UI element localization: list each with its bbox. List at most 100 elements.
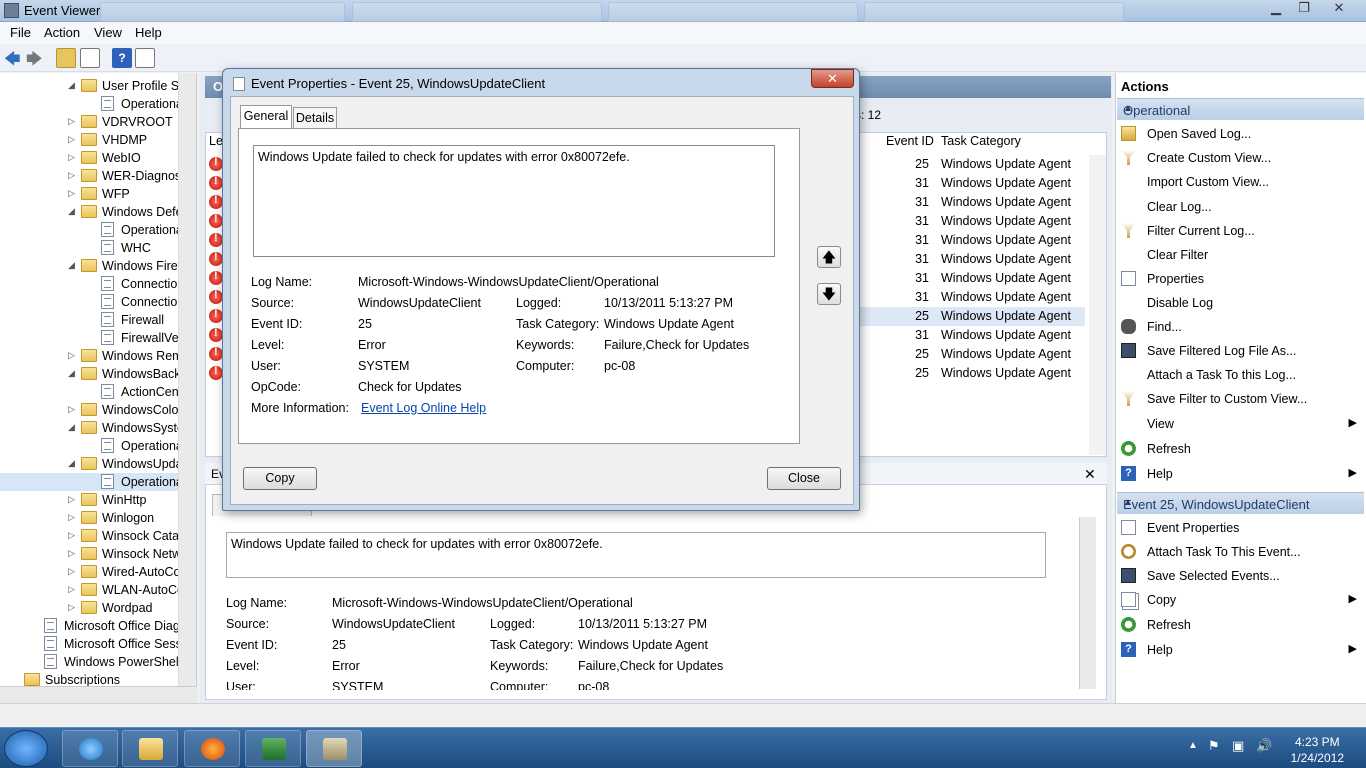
tree-item[interactable]: Operational xyxy=(0,437,186,455)
event-row[interactable]: 31 Windows Update Agent xyxy=(860,250,1085,269)
tree-item[interactable]: ▷ WebIO xyxy=(0,149,178,167)
taskbar-firefox[interactable] xyxy=(184,730,240,767)
tree-item[interactable]: Firewall xyxy=(0,311,178,329)
taskbar-internet-explorer[interactable] xyxy=(62,730,118,767)
tree-item[interactable]: Windows PowerShell xyxy=(0,653,181,671)
action-item[interactable]: Save Selected Events... xyxy=(1121,566,1361,586)
collapsed-triangle-icon[interactable]: ▷ xyxy=(68,512,75,523)
tree-item[interactable]: WHC xyxy=(0,239,178,257)
action-item[interactable]: ? Help ▶ xyxy=(1121,640,1361,660)
tree-item[interactable]: FirewallVer xyxy=(0,329,183,347)
tree-item[interactable]: ▷ Windows Rem xyxy=(0,347,183,365)
event-row[interactable]: 31 Windows Update Agent xyxy=(860,193,1085,212)
action-item[interactable]: Create Custom View... xyxy=(1121,148,1361,168)
tab-general[interactable]: General xyxy=(240,105,292,129)
network-icon[interactable]: ▣ xyxy=(1232,738,1244,754)
action-item[interactable]: Import Custom View... xyxy=(1121,172,1361,192)
collapsed-triangle-icon[interactable]: ▷ xyxy=(68,350,75,361)
action-item[interactable]: ? Help ▶ xyxy=(1121,464,1361,484)
collapsed-triangle-icon[interactable]: ▷ xyxy=(68,188,75,199)
tree-item[interactable]: ▷ Wordpad xyxy=(0,599,178,617)
event-row[interactable]: 31 Windows Update Agent xyxy=(860,326,1085,345)
tree-item[interactable]: ▷ WindowsColor xyxy=(0,401,183,419)
tree-item[interactable]: ActionCen xyxy=(0,383,179,401)
action-item[interactable]: Clear Log... xyxy=(1121,197,1361,217)
tree-item[interactable]: ▷ WFP xyxy=(0,185,178,203)
event-log-online-help-link[interactable]: Event Log Online Help xyxy=(361,401,486,415)
close-window-button[interactable]: ✕ xyxy=(1325,0,1353,18)
copy-button[interactable]: Copy xyxy=(243,467,317,490)
tree-item[interactable]: Connection xyxy=(0,293,184,311)
menu-file[interactable]: File xyxy=(10,25,31,40)
collapsed-triangle-icon[interactable]: ▷ xyxy=(68,530,75,541)
tree-item[interactable]: ◢ User Profile Se xyxy=(0,77,186,95)
up-folder-icon[interactable] xyxy=(56,48,76,68)
action-item[interactable]: Attach Task To This Event... xyxy=(1121,542,1361,562)
help-icon[interactable]: ? xyxy=(112,48,132,68)
actions-section-operational[interactable]: Operational ▲ xyxy=(1117,98,1364,120)
collapse-triangle-icon[interactable]: ▲ xyxy=(1123,103,1356,114)
action-item[interactable]: View ▶ xyxy=(1121,414,1361,434)
show-hide-tree-icon[interactable] xyxy=(80,48,100,68)
collapsed-triangle-icon[interactable]: ▷ xyxy=(68,116,75,127)
event-row[interactable]: 25 Windows Update Agent xyxy=(860,307,1085,326)
collapsed-triangle-icon[interactable]: ▷ xyxy=(68,494,75,505)
tree-item[interactable]: ▷ Winlogon xyxy=(0,509,178,527)
action-center-flag-icon[interactable]: ⚑ xyxy=(1208,738,1220,754)
close-button[interactable]: Close xyxy=(767,467,841,490)
action-item[interactable]: Save Filtered Log File As... xyxy=(1121,341,1361,361)
clock[interactable]: 4:23 PM 1/24/2012 xyxy=(1291,734,1344,766)
tree-item[interactable]: Microsoft Office Diag xyxy=(0,617,180,635)
maximize-button[interactable]: ❐ xyxy=(1290,0,1318,18)
menu-view[interactable]: View xyxy=(94,25,122,40)
action-item[interactable]: Properties xyxy=(1121,269,1361,289)
taskbar-windows-explorer[interactable] xyxy=(122,730,178,767)
expanded-triangle-icon[interactable]: ◢ xyxy=(68,260,75,271)
tree-item[interactable]: Connection xyxy=(0,275,184,293)
close-icon[interactable]: ✕ xyxy=(1084,466,1096,483)
event-row[interactable]: 31 Windows Update Agent xyxy=(860,174,1085,193)
tree-item[interactable]: Operational xyxy=(0,473,186,491)
event-row[interactable]: 31 Windows Update Agent xyxy=(860,269,1085,288)
start-button[interactable] xyxy=(4,730,48,767)
action-item[interactable]: Clear Filter xyxy=(1121,245,1361,265)
collapsed-triangle-icon[interactable]: ▷ xyxy=(68,602,75,613)
event-row[interactable]: 25 Windows Update Agent xyxy=(860,345,1085,364)
collapsed-triangle-icon[interactable]: ▷ xyxy=(68,170,75,181)
action-item[interactable]: Copy ▶ xyxy=(1121,590,1361,610)
tree-item[interactable]: ▷ WER-Diagnost xyxy=(0,167,185,185)
tree-item[interactable]: Operational xyxy=(0,221,186,239)
tree-item[interactable]: ▷ Winsock Catal xyxy=(0,527,182,545)
back-arrow-icon[interactable]: 🡄 xyxy=(4,48,24,68)
expanded-triangle-icon[interactable]: ◢ xyxy=(68,368,75,379)
tree-item[interactable]: ▷ Winsock Netw xyxy=(0,545,181,563)
action-item[interactable]: Event Properties xyxy=(1121,518,1361,538)
volume-icon[interactable]: 🔊 xyxy=(1256,738,1272,754)
forward-arrow-icon[interactable]: 🡆 xyxy=(26,48,46,68)
event-row[interactable]: 31 Windows Update Agent xyxy=(860,231,1085,250)
tree-item[interactable]: ◢ WindowsUpda xyxy=(0,455,183,473)
tree-item[interactable]: ◢ WindowsBack xyxy=(0,365,181,383)
action-item[interactable]: Find... xyxy=(1121,317,1361,337)
expanded-triangle-icon[interactable]: ◢ xyxy=(68,458,75,469)
menu-action[interactable]: Action xyxy=(44,25,80,40)
previous-event-button[interactable]: 🡅 xyxy=(817,246,841,268)
tree-item[interactable]: Operational xyxy=(0,95,186,113)
show-hidden-icons-icon[interactable]: ▲ xyxy=(1188,740,1198,751)
collapsed-triangle-icon[interactable]: ▷ xyxy=(68,134,75,145)
action-item[interactable]: Open Saved Log... xyxy=(1121,124,1361,144)
tree-item[interactable]: ▷ VHDMP xyxy=(0,131,178,149)
taskbar-event-viewer[interactable] xyxy=(306,730,362,767)
action-item[interactable]: Save Filter to Custom View... xyxy=(1121,389,1361,409)
actions-section-event[interactable]: Event 25, WindowsUpdateClient ▲ xyxy=(1117,492,1364,514)
column-header-task-category[interactable]: Task Category xyxy=(941,134,1021,154)
taskbar-excel[interactable] xyxy=(245,730,301,767)
menu-help[interactable]: Help xyxy=(135,25,162,40)
collapse-triangle-icon[interactable]: ▲ xyxy=(1123,497,1356,508)
tree-item[interactable]: ◢ WindowsSyste xyxy=(0,419,184,437)
event-row[interactable]: 31 Windows Update Agent xyxy=(860,212,1085,231)
tree-horizontal-scrollbar[interactable] xyxy=(0,686,197,703)
collapsed-triangle-icon[interactable]: ▷ xyxy=(68,566,75,577)
tree-item[interactable]: Microsoft Office Sessi xyxy=(0,635,185,653)
expanded-triangle-icon[interactable]: ◢ xyxy=(68,206,75,217)
